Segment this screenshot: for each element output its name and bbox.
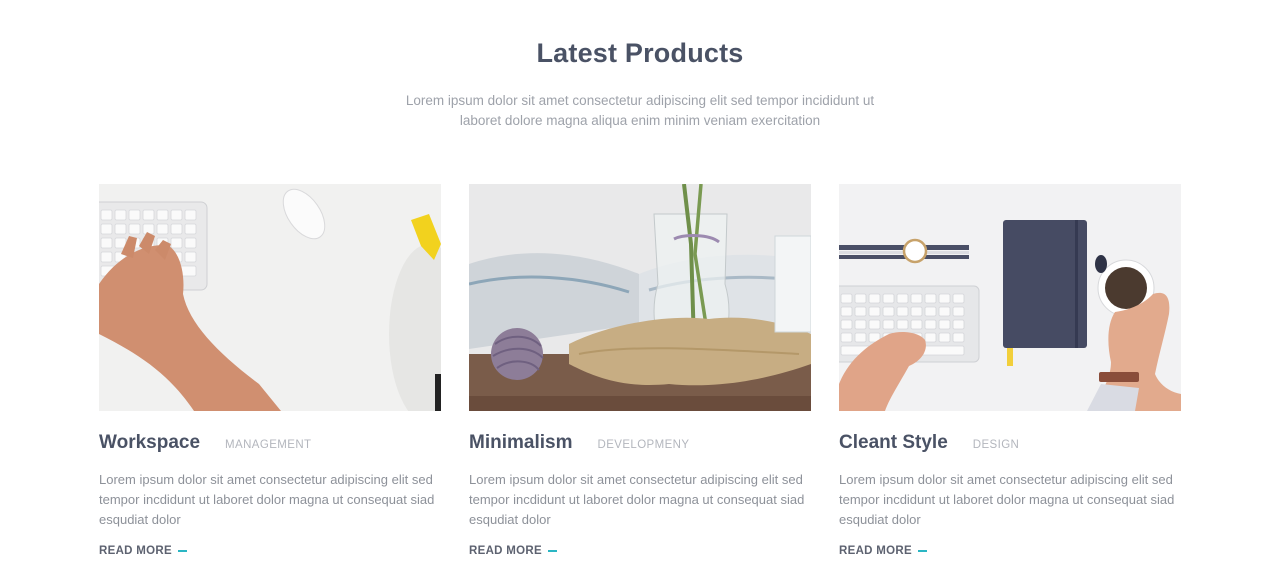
- dash-icon: [177, 550, 187, 552]
- section-title: Latest Products: [536, 38, 744, 68]
- vase-book-photo-icon: [469, 184, 811, 411]
- card-category[interactable]: DEVELOPMENY: [597, 439, 689, 451]
- read-more-label: READ MORE: [839, 545, 912, 557]
- card-description: Lorem ipsum dolor sit amet consectetur a…: [839, 472, 1175, 527]
- read-more-label: READ MORE: [469, 545, 542, 557]
- section-subtitle: Lorem ipsum dolor sit amet consectetur a…: [405, 93, 875, 128]
- dash-icon: [917, 550, 927, 552]
- card-title[interactable]: Workspace: [99, 432, 200, 454]
- product-image-minimalism[interactable]: [469, 184, 811, 411]
- read-more-link[interactable]: READ MORE: [469, 545, 557, 557]
- product-image-cleant-style[interactable]: [839, 184, 1181, 411]
- card-category[interactable]: MANAGEMENT: [225, 439, 311, 451]
- product-card-minimalism: Minimalism DEVELOPMENY Lorem ipsum dolor…: [469, 184, 811, 559]
- card-title[interactable]: Cleant Style: [839, 432, 948, 454]
- product-card-cleant-style: Cleant Style DESIGN Lorem ipsum dolor si…: [839, 184, 1181, 559]
- card-category[interactable]: DESIGN: [973, 439, 1020, 451]
- notebook-coffee-photo-icon: [839, 184, 1181, 411]
- read-more-link[interactable]: READ MORE: [99, 545, 187, 557]
- dash-icon: [547, 550, 557, 552]
- card-title[interactable]: Minimalism: [469, 432, 572, 454]
- product-image-workspace[interactable]: [99, 184, 441, 411]
- product-card-workspace: Workspace MANAGEMENT Lorem ipsum dolor s…: [99, 184, 441, 559]
- keyboard-hand-photo-icon: [99, 184, 441, 411]
- read-more-label: READ MORE: [99, 545, 172, 557]
- latest-products-section: Latest Products Lorem ipsum dolor sit am…: [0, 0, 1280, 585]
- card-description: Lorem ipsum dolor sit amet consectetur a…: [99, 472, 435, 527]
- read-more-link[interactable]: READ MORE: [839, 545, 927, 557]
- card-description: Lorem ipsum dolor sit amet consectetur a…: [469, 472, 805, 527]
